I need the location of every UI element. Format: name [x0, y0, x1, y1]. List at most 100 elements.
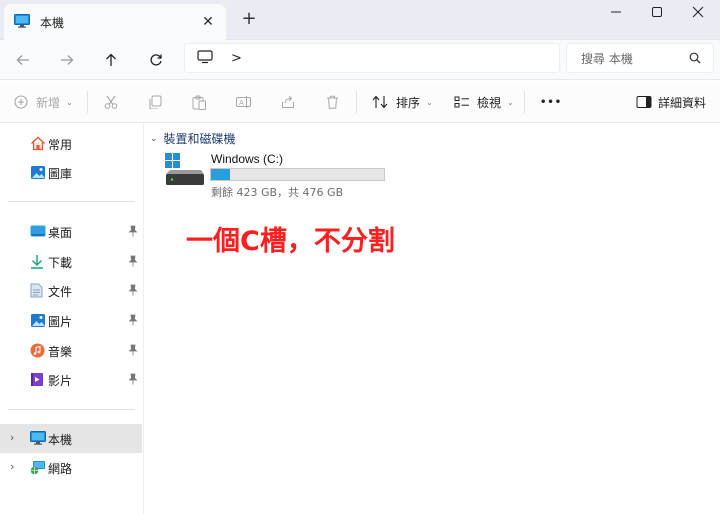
computer-icon: [30, 431, 46, 448]
view-icon: [454, 96, 469, 108]
arrow-up-icon: [106, 53, 116, 66]
details-label: 詳細資料: [658, 95, 707, 110]
up-button[interactable]: [98, 48, 124, 72]
sort-label: 排序: [396, 95, 421, 110]
share-button[interactable]: [281, 81, 295, 123]
minimize-button[interactable]: [596, 2, 636, 22]
desktop-icon: [30, 224, 46, 241]
maximize-button[interactable]: [637, 2, 677, 22]
delete-button[interactable]: [326, 81, 339, 123]
paste-button[interactable]: [192, 81, 206, 123]
sidebar-item-network[interactable]: › 網路: [0, 453, 142, 481]
divider: [8, 201, 135, 202]
sidebar-item-pictures[interactable]: 圖片: [0, 306, 142, 334]
pin-icon[interactable]: [128, 225, 138, 237]
video-icon: [30, 372, 44, 390]
copy-button[interactable]: [148, 81, 162, 123]
gallery-icon: [30, 165, 46, 183]
forward-button[interactable]: [54, 48, 80, 72]
sidebar-item-label: 桌面: [48, 226, 73, 240]
arrow-right-icon: [61, 55, 74, 65]
copy-icon: [149, 95, 162, 109]
refresh-icon: [150, 54, 162, 66]
scissors-icon: [104, 95, 118, 109]
sidebar-item-label: 常用: [48, 138, 73, 152]
drive-name: Windows (C:): [211, 152, 284, 166]
sidebar-item-label: 圖庫: [48, 167, 73, 181]
more-options-button[interactable]: •••: [540, 81, 562, 123]
pin-icon[interactable]: [128, 255, 138, 267]
network-icon: [30, 460, 46, 478]
sidebar-item-label: 本機: [48, 433, 73, 447]
rename-button[interactable]: A: [236, 81, 251, 123]
trash-icon: [327, 95, 338, 109]
chevron-down-icon: ⌄: [426, 97, 433, 107]
back-button[interactable]: [10, 48, 36, 72]
sidebar-item-label: 網路: [48, 462, 73, 476]
annotation-text: 一個C槽，不分割: [186, 226, 395, 257]
chevron-right-icon[interactable]: ›: [10, 460, 14, 473]
sidebar-item-this-pc[interactable]: › 本機: [0, 424, 142, 453]
clipboard-icon: [192, 95, 206, 110]
document-icon: [30, 283, 43, 301]
sidebar-item-label: 下載: [48, 256, 73, 270]
divider: [87, 91, 88, 113]
new-tab-button[interactable]: +: [240, 10, 258, 28]
address-bar[interactable]: >: [184, 43, 560, 73]
breadcrumb-separator[interactable]: >: [231, 51, 242, 66]
close-icon: [692, 6, 704, 18]
command-bar: 新增 ⌄ A 排序 ⌄ 檢視 ⌄ ••• 詳細資料: [0, 81, 720, 123]
sort-icon: [372, 95, 388, 109]
search-box[interactable]: 搜尋 本機: [566, 43, 714, 73]
computer-icon: [14, 13, 30, 31]
details-button[interactable]: 詳細資料: [636, 81, 706, 123]
drive-icon: [164, 152, 206, 191]
search-placeholder: 搜尋 本機: [581, 51, 633, 66]
pin-icon[interactable]: [128, 344, 138, 356]
cut-button[interactable]: [104, 81, 118, 123]
drive-usage-bar: [210, 168, 385, 181]
chevron-down-icon: ⌄: [150, 133, 158, 144]
navigation-pane: 常用 圖庫 桌面 下載 文件 圖片 音樂 影片 › 本機 › 網路: [0, 124, 144, 514]
sort-button[interactable]: 排序 ⌄: [372, 81, 433, 123]
pin-icon[interactable]: [128, 373, 138, 385]
new-button[interactable]: 新增 ⌄: [14, 81, 73, 123]
plus-circle-icon: [14, 95, 28, 109]
search-icon: [689, 52, 701, 67]
drive-usage-fill: [211, 169, 231, 180]
sidebar-item-documents[interactable]: 文件: [0, 276, 142, 304]
pin-icon[interactable]: [128, 314, 138, 326]
pin-icon[interactable]: [128, 284, 138, 296]
close-tab-icon[interactable]: ✕: [200, 14, 216, 30]
music-icon: [30, 343, 45, 361]
chevron-right-icon[interactable]: ›: [10, 431, 14, 444]
sidebar-item-desktop[interactable]: 桌面: [0, 217, 142, 245]
devices-group-header[interactable]: ⌄ 裝置和磁碟機: [150, 130, 236, 147]
divider: [8, 409, 135, 410]
drive-tile[interactable]: Windows (C:) 剩餘 423 GB，共 476 GB: [160, 148, 400, 200]
sidebar-item-label: 文件: [48, 285, 73, 299]
sidebar-item-label: 影片: [48, 374, 73, 388]
divider: [356, 91, 357, 113]
details-pane-icon: [636, 96, 652, 108]
tab-this-pc[interactable]: 本機 ✕: [4, 4, 226, 40]
title-bar: 本機 ✕ +: [0, 0, 720, 40]
sidebar-item-music[interactable]: 音樂: [0, 336, 142, 364]
share-icon: [282, 95, 294, 108]
sidebar-item-home[interactable]: 常用: [0, 129, 142, 157]
tab-title: 本機: [40, 15, 65, 30]
monitor-icon: [197, 49, 213, 67]
refresh-button[interactable]: [143, 48, 169, 72]
close-window-button[interactable]: [678, 2, 718, 22]
divider: [524, 91, 525, 113]
view-button[interactable]: 檢視 ⌄: [454, 81, 514, 123]
minimize-icon: [611, 11, 621, 13]
sidebar-item-gallery[interactable]: 圖庫: [0, 158, 142, 186]
maximize-icon: [652, 7, 662, 17]
sidebar-item-label: 音樂: [48, 345, 73, 359]
pictures-icon: [30, 313, 46, 331]
arrow-left-icon: [16, 55, 29, 65]
rename-icon: A: [236, 96, 251, 108]
sidebar-item-videos[interactable]: 影片: [0, 365, 142, 393]
sidebar-item-downloads[interactable]: 下載: [0, 247, 142, 275]
